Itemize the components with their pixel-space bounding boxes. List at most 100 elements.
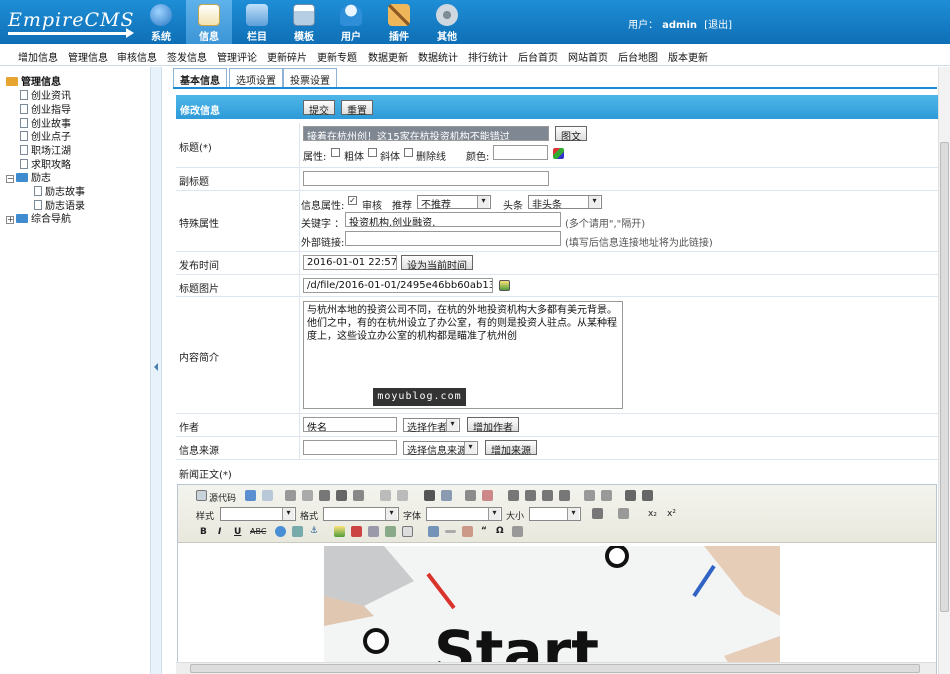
menu-data-update[interactable]: 数据更新 [368,49,408,64]
find-icon[interactable] [424,490,435,501]
new-page-icon[interactable] [402,526,413,537]
size-select[interactable] [529,507,581,521]
quote-icon[interactable]: “ [481,526,487,536]
vertical-scroll-thumb[interactable] [940,142,949,612]
subtitle-input[interactable] [303,171,549,186]
paste-word-icon[interactable] [353,490,364,501]
text-color-icon[interactable] [592,508,603,519]
tree-item[interactable]: 创业点子 [20,128,71,143]
topnav-info[interactable]: 信息 [186,0,232,44]
tab-basic-info[interactable]: 基本信息 [173,68,227,87]
article-image[interactable]: Start [324,546,780,672]
subscript-icon[interactable]: x₂ [648,509,657,519]
preview-icon[interactable] [262,490,273,501]
paste-text-icon[interactable] [336,490,347,501]
style-select[interactable] [220,507,296,521]
headline-select[interactable]: 非头条 [528,195,602,211]
source-input[interactable] [303,440,397,455]
topnav-system[interactable]: 系统 [138,0,184,44]
add-author-button[interactable]: 增加作者 [467,417,519,434]
format-select[interactable] [323,507,399,521]
undo-icon[interactable] [380,490,391,501]
expand-icon[interactable]: + [6,216,14,224]
set-current-time-button[interactable]: 设为当前时间 [401,255,473,272]
font-select[interactable] [426,507,502,521]
source-code-button[interactable]: 源代码 [209,491,236,504]
bold-icon[interactable]: B [200,527,207,537]
topnav-other[interactable]: 其他 [424,0,470,44]
image-icon[interactable] [334,526,345,537]
outdent-icon[interactable] [584,490,595,501]
indent-icon[interactable] [601,490,612,501]
source-select[interactable]: 选择信息来源 [403,441,478,457]
horizontal-scroll-thumb[interactable] [190,664,920,673]
menu-sign-info[interactable]: 签发信息 [167,49,207,64]
collapse-icon[interactable]: − [6,175,14,183]
menu-site-home[interactable]: 网站首页 [568,49,608,64]
tree-group[interactable]: − 励志 [6,169,51,184]
vertical-scrollbar[interactable] [938,67,950,674]
color-picker-icon[interactable] [553,148,564,159]
media-icon[interactable] [368,526,379,537]
tree-item[interactable]: 创业指导 [20,101,71,116]
strike-checkbox[interactable] [404,148,413,157]
align-left-icon[interactable] [508,490,519,501]
redo-icon[interactable] [397,490,408,501]
menu-update-fragments[interactable]: 更新碎片 [267,49,307,64]
tree-item[interactable]: 职场江湖 [20,142,71,157]
page-break-icon[interactable] [512,526,523,537]
link-input[interactable] [345,231,561,246]
cut-icon[interactable] [285,490,296,501]
link-icon[interactable] [275,526,286,537]
time-input[interactable]: 2016-01-01 22:57:34 [303,255,397,270]
paste-icon[interactable] [319,490,330,501]
image-browse-icon[interactable] [499,280,510,291]
ordered-list-icon[interactable] [625,490,636,501]
underline-icon[interactable]: U [234,527,241,537]
horizontal-scrollbar[interactable] [176,662,936,674]
reset-button[interactable]: 重置 [341,100,373,117]
menu-update-topics[interactable]: 更新专题 [317,49,357,64]
italic-icon[interactable]: I [218,527,221,537]
menu-ranking-stats[interactable]: 排行统计 [468,49,508,64]
tree-subitem[interactable]: 励志故事 [34,183,85,198]
tree-item[interactable]: 创业资讯 [20,87,71,102]
background-color-icon[interactable] [618,508,629,519]
menu-admin-map[interactable]: 后台地图 [618,49,658,64]
select-all-icon[interactable] [465,490,476,501]
menu-version-update[interactable]: 版本更新 [668,49,708,64]
unlink-icon[interactable] [292,526,303,537]
align-justify-icon[interactable] [559,490,570,501]
tree-group[interactable]: + 综合导航 [6,210,71,225]
topnav-user[interactable]: 用户 [328,0,374,44]
topnav-column[interactable]: 栏目 [234,0,280,44]
tab-options[interactable]: 选项设置 [229,68,283,87]
submit-button[interactable]: 提交 [303,100,335,117]
recommend-select[interactable]: 不推荐 [417,195,491,211]
menu-manage-comments[interactable]: 管理评论 [217,49,257,64]
italic-checkbox[interactable] [368,148,377,157]
flash-icon[interactable] [351,526,362,537]
unordered-list-icon[interactable] [642,490,653,501]
topnav-plugin[interactable]: 插件 [376,0,422,44]
logout-link[interactable]: [退出] [704,20,732,31]
menu-add-info[interactable]: 增加信息 [18,49,58,64]
file-attach-icon[interactable] [385,526,396,537]
tree-root[interactable]: 管理信息 [6,73,61,88]
menu-data-stats[interactable]: 数据统计 [418,49,458,64]
image-path-input[interactable]: /d/file/2016-01-01/2495e46bb60ab13f9e3fd [303,278,493,293]
copy-icon[interactable] [302,490,313,501]
author-select[interactable]: 选择作者 [403,418,460,434]
special-char-icon[interactable]: Ω [496,526,504,536]
replace-icon[interactable] [441,490,452,501]
align-right-icon[interactable] [542,490,553,501]
horizontal-rule-icon[interactable] [445,530,456,533]
title-image-button[interactable]: 图文 [555,126,587,143]
menu-audit-info[interactable]: 审核信息 [117,49,157,64]
audit-checkbox[interactable]: ✓ [348,196,357,205]
color-input[interactable] [493,145,548,160]
anchor-icon[interactable]: ⚓ [310,526,318,536]
table-icon[interactable] [428,526,439,537]
sidebar-toggle[interactable] [150,67,162,674]
author-input[interactable]: 佚名 [303,417,397,432]
